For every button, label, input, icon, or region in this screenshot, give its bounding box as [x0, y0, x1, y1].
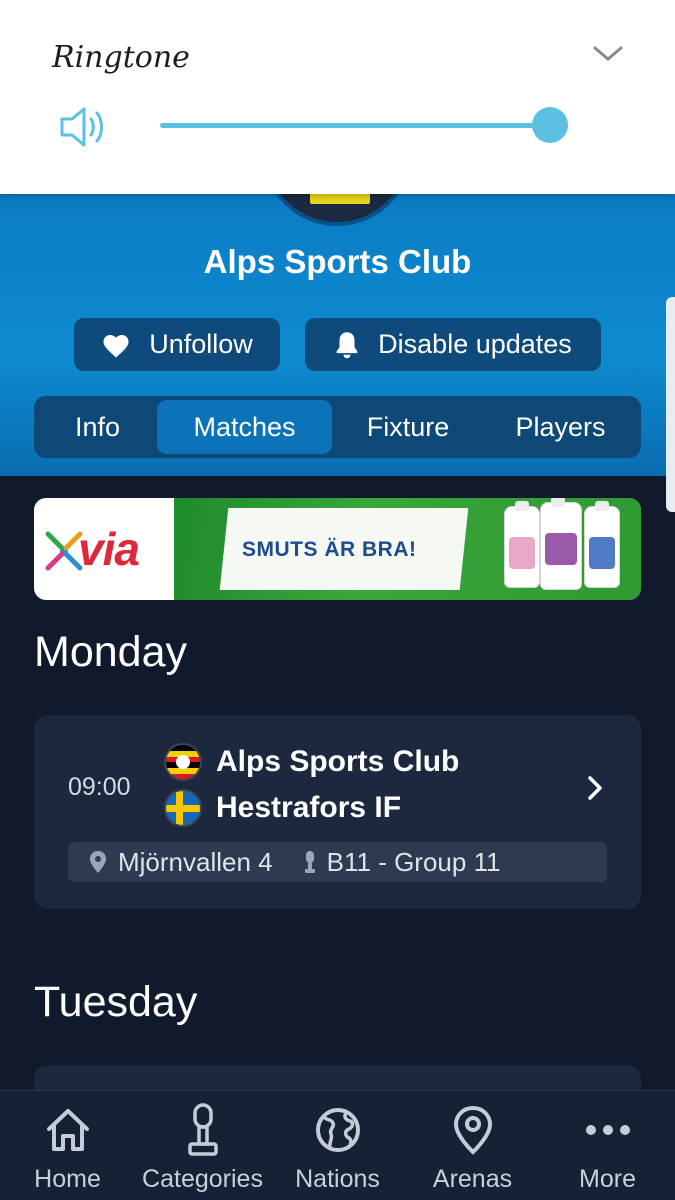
nav-categories[interactable]: Categories	[135, 1091, 270, 1200]
more-dots-icon	[585, 1125, 630, 1135]
day-heading-tuesday: Tuesday	[34, 978, 198, 1026]
tab-matches[interactable]: Matches	[157, 400, 332, 454]
speaker-icon[interactable]	[58, 104, 112, 150]
chevron-right-icon	[588, 776, 602, 800]
club-name: Alps Sports Club	[203, 243, 472, 280]
volume-slider[interactable]	[160, 107, 568, 143]
bottle-image	[504, 501, 540, 588]
nav-home-label: Home	[34, 1165, 101, 1193]
unfollow-label: Unfollow	[149, 329, 253, 359]
sweden-flag-icon	[164, 789, 202, 827]
nav-categories-label: Categories	[142, 1165, 263, 1193]
globe-icon	[315, 1108, 360, 1152]
location-pin-icon	[90, 851, 106, 873]
match-card[interactable]: 09:00 Alps Sports Club Hestrafors IF Mjö…	[34, 715, 641, 909]
day-heading-monday: Monday	[34, 628, 187, 676]
home-icon	[46, 1109, 89, 1151]
bottom-nav: Home Categories Nations Arenas More	[0, 1090, 675, 1200]
nav-home[interactable]: Home	[0, 1091, 135, 1200]
disable-updates-label: Disable updates	[378, 329, 572, 359]
chevron-down-icon[interactable]	[592, 44, 624, 64]
bottle-image	[584, 501, 620, 588]
location-pin-icon	[453, 1105, 492, 1155]
nav-arenas-label: Arenas	[432, 1165, 513, 1193]
tab-players[interactable]: Players	[484, 400, 637, 454]
nav-arenas[interactable]: Arenas	[405, 1091, 540, 1200]
nav-more[interactable]: More	[540, 1091, 675, 1200]
nav-nations[interactable]: Nations	[270, 1091, 405, 1200]
disable-updates-button[interactable]: Disable updates	[305, 318, 601, 371]
group-name: B11 - Group 11	[326, 846, 501, 877]
ad-slogan: SMUTS ÄR BRA!	[242, 538, 417, 561]
uganda-flag-icon	[164, 743, 202, 781]
volume-panel: Ringtone	[0, 0, 675, 194]
tab-info[interactable]: Info	[38, 400, 157, 454]
trophy-small-icon	[304, 851, 315, 873]
match-time: 09:00	[68, 773, 131, 801]
volume-slider-fill	[160, 123, 550, 128]
club-tabs: Info Matches Fixture Players	[34, 396, 641, 458]
heart-icon	[103, 334, 129, 357]
venue-item: Mjörnvallen 4	[88, 847, 273, 878]
volume-panel-title: Ringtone	[52, 40, 190, 75]
ad-brand: via	[78, 523, 140, 575]
match-meta: Mjörnvallen 4 B11 - Group 11	[68, 842, 607, 882]
home-team-row: Alps Sports Club	[164, 743, 459, 781]
group-item: B11 - Group 11	[303, 847, 501, 878]
ad-banner[interactable]: via SMUTS ÄR BRA!	[34, 498, 641, 600]
bell-icon	[336, 331, 358, 358]
trophy-icon	[187, 1103, 218, 1156]
nav-more-label: More	[579, 1165, 636, 1193]
bottle-image	[540, 498, 582, 590]
nav-nations-label: Nations	[295, 1165, 380, 1193]
home-team-name: Alps Sports Club	[216, 745, 460, 778]
away-team-name: Hestrafors IF	[216, 791, 402, 824]
unfollow-button[interactable]: Unfollow	[74, 318, 280, 371]
scroll-indicator[interactable]	[666, 297, 675, 512]
volume-slider-thumb[interactable]	[532, 107, 568, 143]
tab-fixture[interactable]: Fixture	[332, 400, 484, 454]
venue-name: Mjörnvallen 4	[118, 846, 273, 877]
away-team-row: Hestrafors IF	[164, 789, 401, 827]
